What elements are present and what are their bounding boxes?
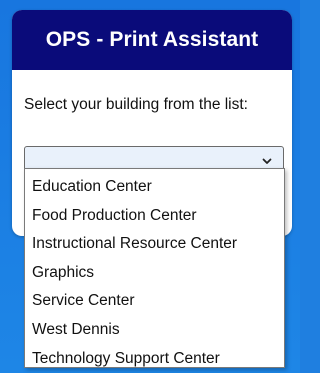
building-dropdown-list: Education Center Food Production Center … (24, 168, 285, 368)
option-service-center[interactable]: Service Center (25, 287, 284, 316)
building-prompt-label: Select your building from the list: (24, 96, 248, 113)
option-technology-support-center[interactable]: Technology Support Center (25, 345, 284, 373)
chevron-down-icon (262, 158, 272, 164)
option-graphics[interactable]: Graphics (25, 259, 284, 288)
option-education-center[interactable]: Education Center (25, 173, 284, 202)
page-background: OPS - Print Assistant Select your buildi… (0, 0, 300, 373)
app-title: OPS - Print Assistant (45, 28, 259, 51)
option-food-production-center[interactable]: Food Production Center (25, 202, 284, 231)
app-header: OPS - Print Assistant (12, 10, 292, 70)
option-instructional-resource-center[interactable]: Instructional Resource Center (25, 230, 284, 259)
option-west-dennis[interactable]: West Dennis (25, 316, 284, 345)
